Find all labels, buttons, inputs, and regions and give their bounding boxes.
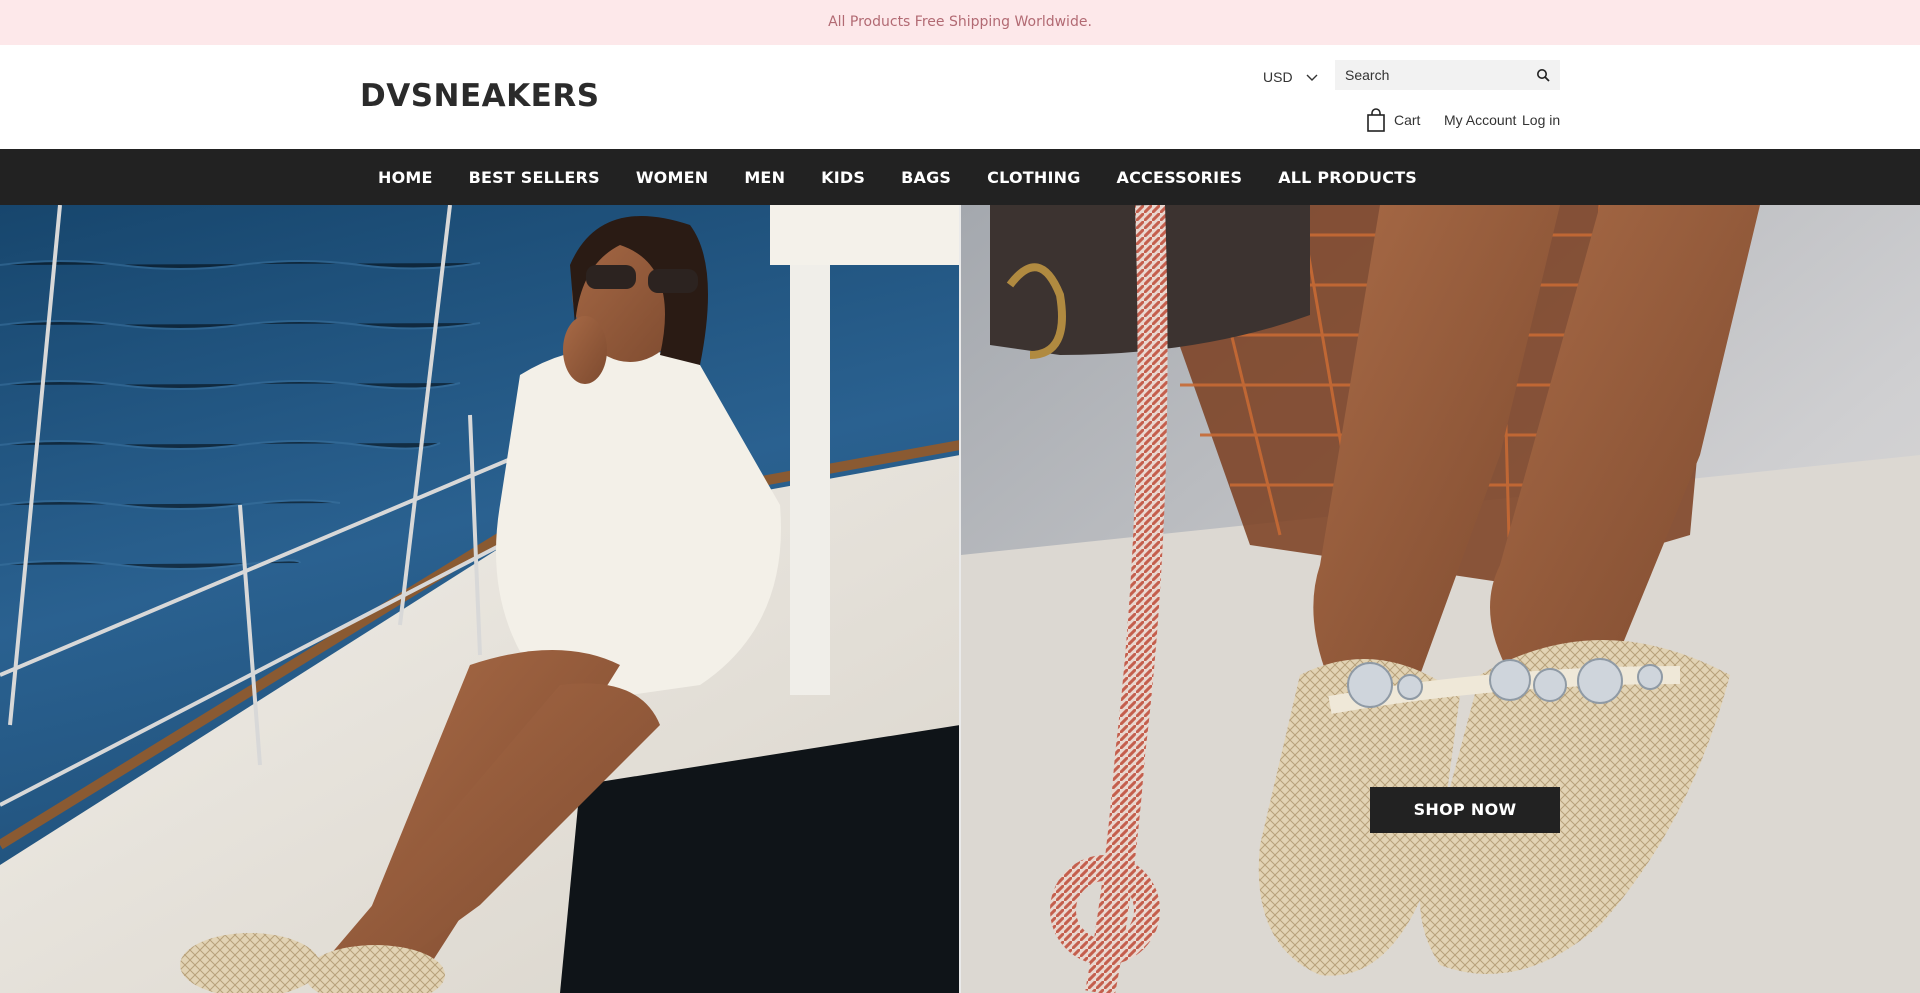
cart-label: Cart xyxy=(1394,112,1421,128)
chevron-down-icon xyxy=(1306,74,1318,81)
search-icon[interactable] xyxy=(1536,68,1550,82)
nav-item-home[interactable]: HOME xyxy=(378,168,433,187)
nav-item-kids[interactable]: KIDS xyxy=(821,168,865,187)
currency-value: USD xyxy=(1263,69,1293,85)
hero-banner[interactable]: SHOP NOW xyxy=(0,205,1920,993)
shop-now-button[interactable]: SHOP NOW xyxy=(1370,787,1560,833)
shopping-bag-icon xyxy=(1367,108,1385,132)
currency-selector[interactable]: USD xyxy=(1263,67,1319,87)
my-account-link[interactable]: My Account xyxy=(1444,112,1516,128)
login-link[interactable]: Log in xyxy=(1522,112,1560,128)
search-input[interactable] xyxy=(1335,60,1525,90)
nav-item-all-products[interactable]: ALL PRODUCTS xyxy=(1278,168,1417,187)
hero-image xyxy=(0,205,1920,993)
nav-item-accessories[interactable]: ACCESSORIES xyxy=(1117,168,1243,187)
main-nav: HOME BEST SELLERS WOMEN MEN KIDS BAGS CL… xyxy=(0,149,1920,205)
nav-item-clothing[interactable]: CLOTHING xyxy=(987,168,1080,187)
nav-item-bags[interactable]: BAGS xyxy=(901,168,951,187)
announcement-bar: All Products Free Shipping Worldwide. xyxy=(0,0,1920,45)
announcement-text: All Products Free Shipping Worldwide. xyxy=(828,14,1092,30)
nav-item-best-sellers[interactable]: BEST SELLERS xyxy=(469,168,600,187)
cart-link[interactable]: Cart xyxy=(1366,108,1420,132)
nav-item-women[interactable]: WOMEN xyxy=(636,168,709,187)
site-header: DVSNEAKERS USD Cart My Account Log in xyxy=(0,45,1920,149)
site-logo[interactable]: DVSNEAKERS xyxy=(360,78,600,114)
nav-item-men[interactable]: MEN xyxy=(744,168,785,187)
search-box xyxy=(1335,60,1560,90)
